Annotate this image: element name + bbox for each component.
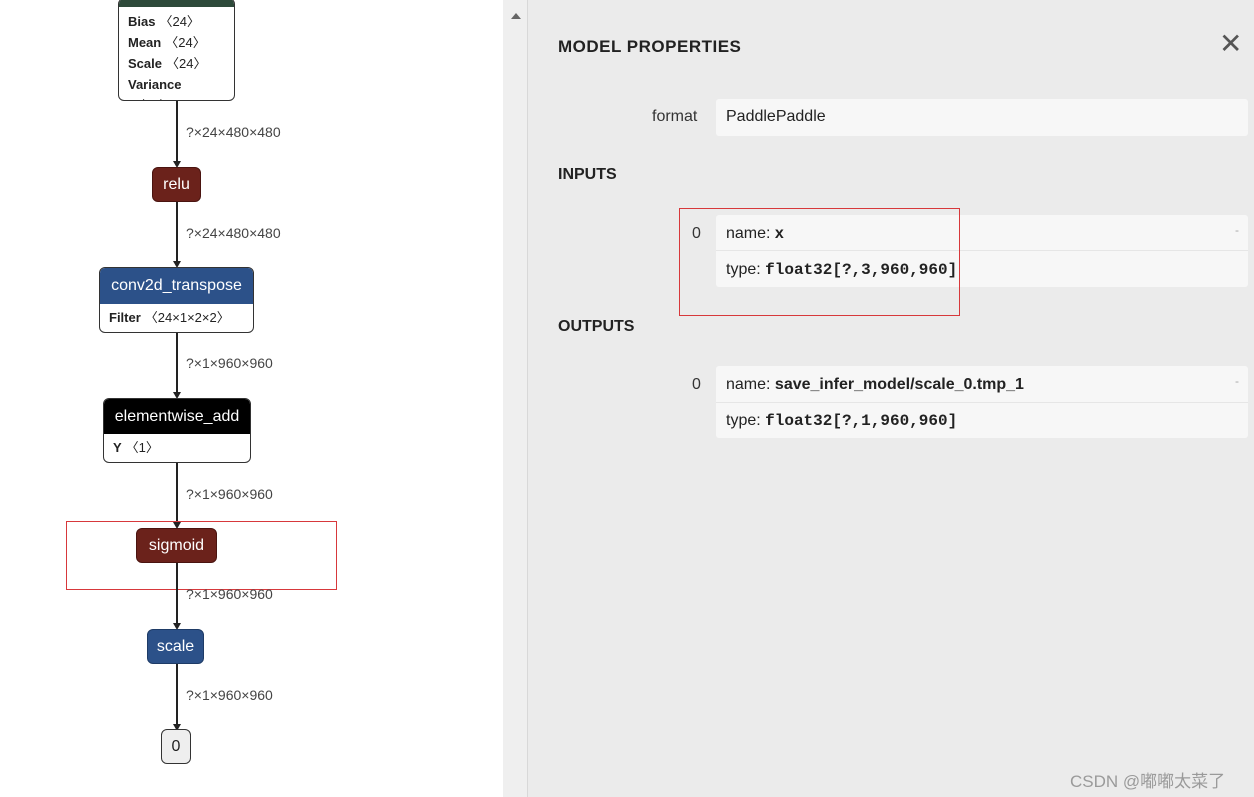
edge-label: ?×1×960×960	[186, 355, 273, 371]
divider	[716, 402, 1248, 403]
node-attribute: Filter 〈24×1×2×2〉	[109, 310, 230, 325]
batch-norm-node-header	[119, 0, 234, 7]
conv2d-transpose-node-header: conv2d_transpose	[100, 268, 253, 304]
close-icon[interactable]: ✕	[1219, 30, 1242, 58]
output-name: name: save_infer_model/scale_0.tmp_1	[726, 376, 1024, 393]
edge-label: ?×1×960×960	[186, 486, 273, 502]
collapse-toggle[interactable]: -	[1235, 223, 1239, 237]
node-attribute: Scale 〈24〉	[128, 56, 207, 71]
format-value-box: PaddlePaddle	[716, 99, 1248, 136]
format-value: PaddlePaddle	[726, 108, 826, 125]
conv2d-transpose-node[interactable]: conv2d_transpose Filter 〈24×1×2×2〉	[99, 267, 254, 333]
output-node[interactable]: 0	[161, 729, 191, 764]
collapse-toggle[interactable]: -	[1235, 374, 1239, 388]
edge-line	[176, 563, 178, 623]
node-attribute: Y 〈1〉	[113, 440, 159, 455]
format-label: format	[652, 108, 698, 125]
edge-label: ?×1×960×960	[186, 687, 273, 703]
output-type: type: float32[?,1,960,960]	[726, 412, 958, 430]
edge-line	[176, 202, 178, 261]
outputs-heading: OUTPUTS	[558, 318, 635, 335]
sigmoid-node[interactable]: sigmoid	[136, 528, 217, 563]
panel-title: MODEL PROPERTIES	[558, 37, 742, 56]
batch-norm-node[interactable]: Bias〈24〉 Mean〈24〉 Scale〈24〉 Variance〈24〉	[118, 0, 235, 101]
elementwise-add-node-header: elementwise_add	[104, 399, 250, 434]
edge-line	[176, 101, 178, 161]
scale-node[interactable]: scale	[147, 629, 204, 664]
inputs-heading: INPUTS	[558, 166, 617, 183]
node-attribute: Variance〈24〉	[128, 77, 182, 100]
node-attribute: Mean 〈24〉	[128, 35, 206, 50]
edge-line	[176, 333, 178, 392]
edge-label: ?×24×480×480	[186, 225, 281, 241]
graph-canvas[interactable]: Bias〈24〉 Mean〈24〉 Scale〈24〉 Variance〈24〉…	[0, 0, 503, 797]
relu-node[interactable]: relu	[152, 167, 201, 202]
edge-label: ?×1×960×960	[186, 586, 273, 602]
edge-line	[176, 664, 178, 724]
elementwise-add-node[interactable]: elementwise_add Y 〈1〉	[103, 398, 251, 463]
output-item[interactable]: name: save_infer_model/scale_0.tmp_1 - t…	[716, 366, 1248, 438]
input-highlight-box	[679, 208, 960, 316]
watermark-text: CSDN @嘟嘟太菜了	[1070, 772, 1226, 791]
output-index: 0	[692, 376, 701, 393]
edge-label: ?×24×480×480	[186, 124, 281, 140]
node-attribute: Bias 〈24〉	[128, 14, 200, 29]
edge-line	[176, 463, 178, 522]
scroll-up-icon[interactable]	[511, 13, 521, 19]
panel-scrollbar[interactable]	[503, 0, 528, 797]
